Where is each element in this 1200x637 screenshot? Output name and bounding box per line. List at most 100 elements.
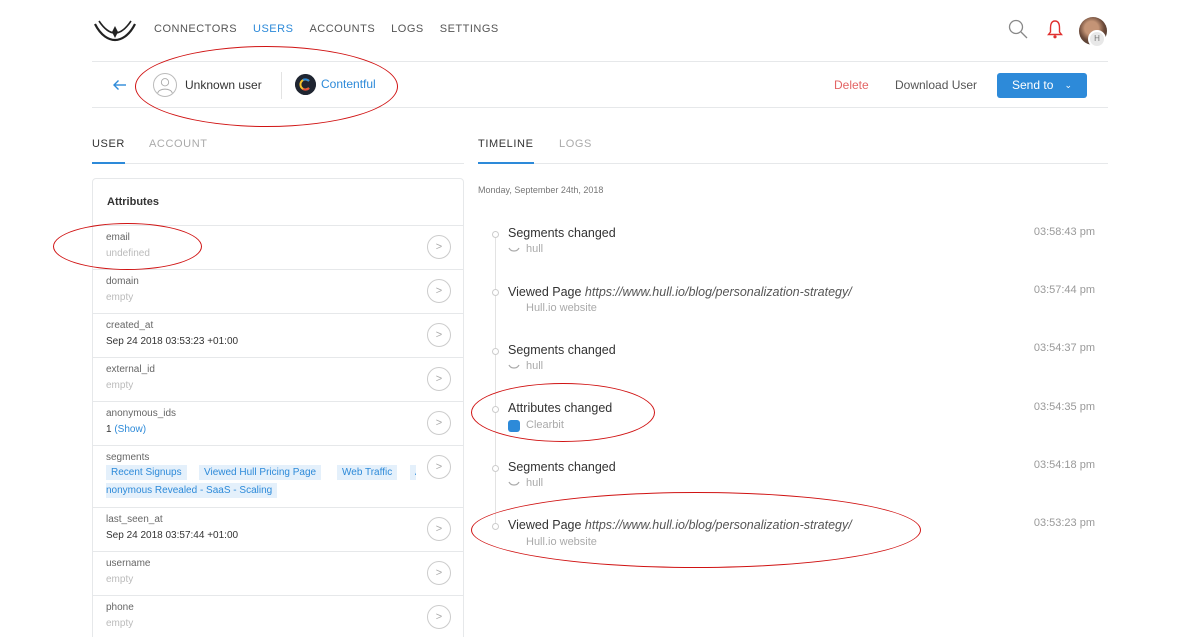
- tab-account[interactable]: ACCOUNT: [149, 138, 208, 164]
- segment-tag[interactable]: Viewed Hull Pricing Page: [199, 465, 322, 480]
- attribute-key: last_seen_at: [106, 514, 163, 525]
- attribute-value: empty: [106, 292, 134, 303]
- download-user-button[interactable]: Download User: [895, 78, 977, 92]
- attribute-row-external-id: external_id empty >: [93, 357, 463, 401]
- send-to-label: Send to: [1012, 78, 1054, 92]
- segment-tag[interactable]: A: [410, 465, 416, 480]
- attribute-key: phone: [106, 602, 134, 613]
- back-arrow-icon[interactable]: [112, 77, 128, 93]
- hull-logo-icon[interactable]: [93, 16, 137, 44]
- segment-tags: Recent Signups Viewed Hull Pricing Page …: [106, 465, 416, 501]
- attribute-key: external_id: [106, 364, 155, 375]
- tab-timeline[interactable]: TIMELINE: [478, 138, 534, 164]
- user-name: Unknown user: [185, 78, 262, 92]
- divider: [281, 72, 282, 99]
- attribute-row-anonymous-ids: anonymous_ids 1 (Show) >: [93, 401, 463, 445]
- attribute-value: empty: [106, 574, 134, 585]
- left-tabs: USER ACCOUNT: [92, 138, 464, 164]
- hull-source-icon: [508, 364, 520, 369]
- nav-logs[interactable]: LOGS: [391, 23, 424, 35]
- event-time: 03:54:18 pm: [1033, 459, 1095, 471]
- attribute-detail-button[interactable]: >: [427, 367, 451, 391]
- event-title-text: Viewed Page: [508, 518, 582, 532]
- event-url[interactable]: https://www.hull.io/blog/personalization…: [585, 285, 852, 299]
- segment-tag[interactable]: Recent Signups: [106, 465, 187, 480]
- search-icon[interactable]: [1008, 19, 1028, 39]
- attribute-key: username: [106, 558, 151, 569]
- connector-link[interactable]: Contentful: [321, 77, 376, 91]
- attribute-key: domain: [106, 276, 139, 287]
- event-time: 03:57:44 pm: [1033, 284, 1095, 296]
- nav-users[interactable]: USERS: [253, 23, 293, 35]
- timeline-dot: [492, 406, 499, 413]
- hull-source-icon: [508, 247, 520, 252]
- attribute-value: empty: [106, 380, 134, 391]
- event-title[interactable]: Segments changed: [508, 343, 616, 357]
- event-time: 03:53:23 pm: [1033, 517, 1095, 529]
- event-source: hull: [526, 477, 544, 489]
- attribute-row-domain: domain empty >: [93, 269, 463, 313]
- event-time: 03:54:37 pm: [1033, 342, 1095, 354]
- attribute-detail-button[interactable]: >: [427, 411, 451, 435]
- attributes-panel: Attributes email undefined > domain empt…: [92, 178, 464, 637]
- user-header-bar: Unknown user Contentful Delete Download …: [92, 61, 1108, 108]
- event-title[interactable]: Segments changed: [508, 226, 616, 240]
- attribute-row-username: username empty >: [93, 551, 463, 595]
- attribute-detail-button[interactable]: >: [427, 517, 451, 541]
- attribute-key: created_at: [106, 320, 154, 331]
- attribute-detail-button[interactable]: >: [427, 455, 451, 479]
- event-title[interactable]: Viewed Page https://www.hull.io/blog/per…: [508, 285, 852, 299]
- attribute-value: 1 (Show): [106, 424, 146, 435]
- event-title-text: Viewed Page: [508, 285, 582, 299]
- attribute-detail-button[interactable]: >: [427, 605, 451, 629]
- right-tabs: TIMELINE LOGS: [478, 138, 1108, 164]
- attribute-detail-button[interactable]: >: [427, 323, 451, 347]
- event-time: 03:54:35 pm: [1033, 401, 1095, 413]
- timeline-dot: [492, 231, 499, 238]
- timeline-dot: [492, 289, 499, 296]
- nav-settings[interactable]: SETTINGS: [440, 23, 499, 35]
- attribute-row-phone: phone empty >: [93, 595, 463, 637]
- event-url[interactable]: https://www.hull.io/blog/personalization…: [585, 518, 852, 532]
- show-anonymous-ids-link[interactable]: (Show): [114, 424, 146, 435]
- delete-button[interactable]: Delete: [834, 78, 869, 92]
- segment-tag[interactable]: Web Traffic: [337, 465, 398, 480]
- timeline-dot: [492, 523, 499, 530]
- attribute-row-segments: segments Recent Signups Viewed Hull Pric…: [93, 445, 463, 507]
- attribute-value: undefined: [106, 248, 150, 259]
- attribute-detail-button[interactable]: >: [427, 235, 451, 259]
- chevron-down-icon: ⌄: [1064, 80, 1072, 90]
- event-title[interactable]: Segments changed: [508, 460, 616, 474]
- attribute-key: email: [106, 232, 130, 243]
- attribute-value: Sep 24 2018 03:53:23 +01:00: [106, 336, 239, 347]
- timeline-date: Monday, September 24th, 2018: [478, 185, 604, 195]
- event-title[interactable]: Attributes changed: [508, 401, 612, 415]
- nav-connectors[interactable]: CONNECTORS: [154, 23, 237, 35]
- attribute-key: anonymous_ids: [106, 408, 177, 419]
- hull-source-icon: [508, 481, 520, 486]
- unknown-user-avatar-icon: [153, 73, 177, 97]
- clearbit-source-icon: [508, 420, 520, 432]
- attribute-detail-button[interactable]: >: [427, 561, 451, 585]
- timeline-line: [495, 231, 496, 527]
- attribute-value: Sep 24 2018 03:57:44 +01:00: [106, 530, 239, 541]
- anonymous-ids-count: 1: [106, 424, 112, 435]
- event-source: hull: [526, 360, 544, 372]
- notification-bell-icon[interactable]: [1047, 19, 1063, 39]
- event-title[interactable]: Viewed Page https://www.hull.io/blog/per…: [508, 518, 852, 532]
- contentful-logo-icon: [295, 74, 316, 95]
- event-source: Hull.io website: [526, 302, 597, 314]
- top-navigation: CONNECTORS USERS ACCOUNTS LOGS SETTINGS …: [0, 0, 1200, 60]
- attribute-row-created-at: created_at Sep 24 2018 03:53:23 +01:00 >: [93, 313, 463, 357]
- org-badge: H: [1088, 30, 1106, 48]
- attribute-detail-button[interactable]: >: [427, 279, 451, 303]
- tab-user[interactable]: USER: [92, 138, 125, 164]
- segment-tag[interactable]: nonymous Revealed - SaaS - Scaling: [106, 483, 278, 498]
- send-to-button[interactable]: Send to ⌄: [997, 73, 1087, 98]
- tab-logs[interactable]: LOGS: [559, 138, 592, 164]
- nav-accounts[interactable]: ACCOUNTS: [309, 23, 375, 35]
- event-source: hull: [526, 243, 544, 255]
- attribute-key: segments: [106, 452, 150, 463]
- attribute-row-email: email undefined >: [93, 225, 463, 269]
- event-source: Hull.io website: [526, 536, 597, 548]
